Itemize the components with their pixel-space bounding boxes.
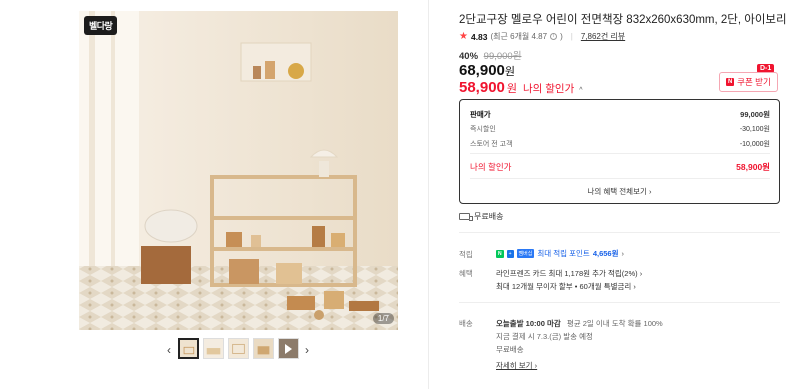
column-divider (428, 0, 429, 389)
points-link[interactable]: N + 멤버십 최대 적립 포인트 4,656원 › (496, 248, 624, 259)
chevron-right-icon[interactable]: › (300, 344, 314, 356)
thumbnail-1[interactable] (178, 338, 199, 359)
truck-icon (459, 213, 473, 221)
sale-price-value: 99,000원 (740, 110, 770, 119)
free-shipping-label: 무료배송 (474, 212, 504, 221)
naver-n-icon: N (726, 78, 735, 86)
points-amount: 4,656원 (592, 249, 619, 258)
points-label: 적립 (459, 250, 473, 259)
review-count-link[interactable]: 7,862건 리뷰 (581, 31, 625, 42)
delivery-label: 배송 (459, 319, 473, 328)
installment-benefit-link[interactable]: 최대 12개월 무이자 할부 • 60개월 특별금리 › (496, 281, 636, 292)
rating-row: ★ 4.83 (최근 6개월 4.87 i ) | 7,862건 리뷰 (459, 31, 625, 42)
brand-logo-badge: 벨다랑 (84, 16, 118, 35)
price-row: 68,900원 (459, 62, 515, 80)
store-discount-value: -10,000원 (739, 141, 770, 148)
price-unit: 원 (504, 66, 516, 78)
price-box-divider (470, 153, 770, 154)
info-icon[interactable]: i (550, 33, 558, 40)
star-icon: ★ (459, 30, 468, 42)
my-discount-value: 58,900원 (736, 162, 770, 172)
original-price: 99,000원 (483, 51, 522, 62)
today-shipping-row: 오늘출발 10:00 마감 평균 2일 이내 도착 확률 100% (496, 318, 663, 329)
instant-discount-row: 즉시할인 -30,100원 (470, 124, 770, 134)
price-breakdown-box: 판매가 99,000원 즉시할인 -30,100원 스토어 전 고객 -10,0… (459, 99, 780, 204)
rating-recent: (최근 6개월 4.87 (490, 32, 548, 41)
product-title: 2단교구장 멜로우 어린이 전면책장 832x260x630mm, 2단, 아이… (459, 14, 787, 26)
today-shipping-desc: 평균 2일 이내 도착 확률 100% (566, 319, 663, 328)
thumbnail-3[interactable] (228, 338, 249, 359)
my-price-unit: 원 (506, 83, 518, 95)
plus-icon: + (506, 249, 514, 258)
sale-price-label: 판매가 (470, 110, 491, 119)
discount-row: 40% 99,000원 (459, 48, 521, 62)
section-divider (459, 232, 780, 233)
thumbnail-strip (178, 338, 299, 359)
sale-price-row: 판매가 99,000원 (470, 109, 770, 120)
pay-now-ship-date: 지금 결제 시 7.3.(금) 발송 예정 (496, 332, 593, 341)
my-discount-row: 나의 할인가 58,900원 (470, 161, 770, 173)
thumbnail-2[interactable] (203, 338, 224, 359)
product-main-image[interactable]: 벨다랑 1/7 (79, 11, 398, 330)
instant-discount-value: -30,100원 (739, 126, 770, 133)
my-price-label: 나의 할인가 (523, 83, 575, 95)
my-price: 58,900 (459, 79, 505, 96)
coupon-download-button[interactable]: N 쿠폰 받기 (719, 72, 778, 92)
card-benefit-link[interactable]: 라인프렌즈 카드 최대 1,178원 추가 적립(2%) › (496, 268, 642, 279)
thumbnail-video[interactable] (278, 338, 299, 359)
membership-badge: 멤버십 (516, 249, 535, 258)
npay-icon: N (496, 249, 504, 258)
separator: | (570, 32, 573, 41)
price-box-divider-2 (470, 178, 770, 179)
store-discount-label: 스토어 전 고객 (470, 141, 513, 148)
view-all-benefits-link[interactable]: 나의 혜택 전체보기 › (460, 186, 779, 197)
delivery-details-link[interactable]: 자세히 보기 › (496, 360, 537, 371)
rating-score: 4.83 (470, 31, 488, 42)
thumbnail-4[interactable] (253, 338, 274, 359)
section-divider-2 (459, 302, 780, 303)
store-discount-row: 스토어 전 고객 -10,000원 (470, 139, 770, 149)
sale-price: 68,900 (459, 62, 505, 79)
play-icon (285, 344, 292, 354)
today-shipping-deadline: 오늘출발 10:00 마감 (496, 319, 561, 328)
photo-counter: 1/7 (372, 313, 394, 324)
chevron-left-icon[interactable]: ‹ (162, 344, 176, 356)
coupon-button-label: 쿠폰 받기 (737, 77, 771, 87)
benefits-label: 혜택 (459, 269, 473, 278)
my-price-toggle[interactable]: 58,900 원 나의 할인가 ^ (459, 79, 583, 96)
product-photo-illustration (79, 11, 398, 330)
my-discount-label: 나의 할인가 (470, 162, 512, 172)
free-shipping-tag: 무료배송 (459, 211, 503, 222)
delivery-fee: 무료배송 (496, 345, 524, 354)
rating-recent-close: ) (560, 32, 563, 41)
discount-rate: 40% (459, 51, 479, 62)
points-text: 최대 적립 포인트 (537, 249, 590, 258)
chevron-right-icon: › (621, 249, 625, 258)
chevron-up-icon: ^ (579, 87, 583, 94)
instant-discount-label: 즉시할인 (470, 126, 496, 133)
